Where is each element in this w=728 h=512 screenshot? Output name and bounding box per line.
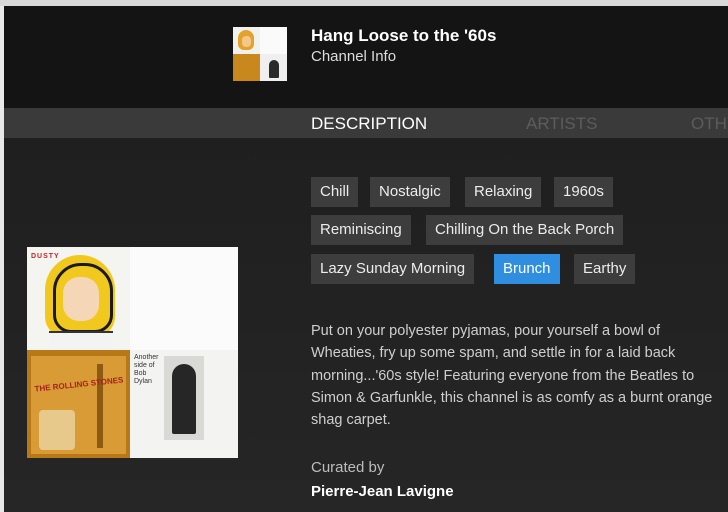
tab-artists[interactable]: ARTISTS — [526, 114, 597, 134]
tag-chilling-on-the-back-porch[interactable]: Chilling On the Back Porch — [426, 215, 624, 245]
tab-bar: DESCRIPTION ARTISTS OTH — [4, 108, 728, 138]
tab-other[interactable]: OTH — [691, 114, 727, 134]
album-dylan: Another side of Bob Dylan — [130, 350, 238, 458]
tab-description[interactable]: DESCRIPTION — [311, 114, 427, 134]
thumbnail-quadrant-dylan — [260, 54, 287, 81]
tag-nostalgic[interactable]: Nostalgic — [370, 177, 450, 207]
album-dylan-text: Another side of Bob Dylan — [134, 354, 159, 385]
album-rolling-stones: THE ROLLING STONES — [27, 350, 130, 458]
channel-title: Hang Loose to the '60s — [311, 26, 497, 45]
tag-reminiscing[interactable]: Reminiscing — [311, 215, 411, 245]
channel-description: Put on your polyester pyjamas, pour your… — [311, 323, 713, 429]
album-dusty: DUSTY — [27, 247, 130, 352]
thumbnail-quadrant-stones — [233, 54, 260, 81]
thumbnail-quadrant-dusty — [233, 27, 260, 54]
tag-relaxing[interactable]: Relaxing — [465, 177, 542, 207]
thumbnail-quadrant-blank — [260, 27, 287, 54]
tag-1960s[interactable]: 1960s — [554, 177, 613, 207]
channel-cover-art: DUSTY THE ROLLING STONES Another side of… — [27, 247, 238, 458]
tag-brunch[interactable]: Brunch — [494, 254, 560, 284]
tag-earthy[interactable]: Earthy — [574, 254, 636, 284]
channel-thumbnail — [233, 27, 287, 81]
album-white — [130, 247, 238, 350]
curated-by-label: Curated by — [311, 459, 385, 476]
album-dusty-word: DUSTY — [31, 253, 60, 260]
curator-name: Pierre-Jean Lavigne — [311, 483, 454, 500]
tag-chill[interactable]: Chill — [311, 177, 359, 207]
tag-lazy-sunday-morning[interactable]: Lazy Sunday Morning — [311, 254, 475, 284]
channel-subtitle: Channel Info — [311, 48, 397, 65]
